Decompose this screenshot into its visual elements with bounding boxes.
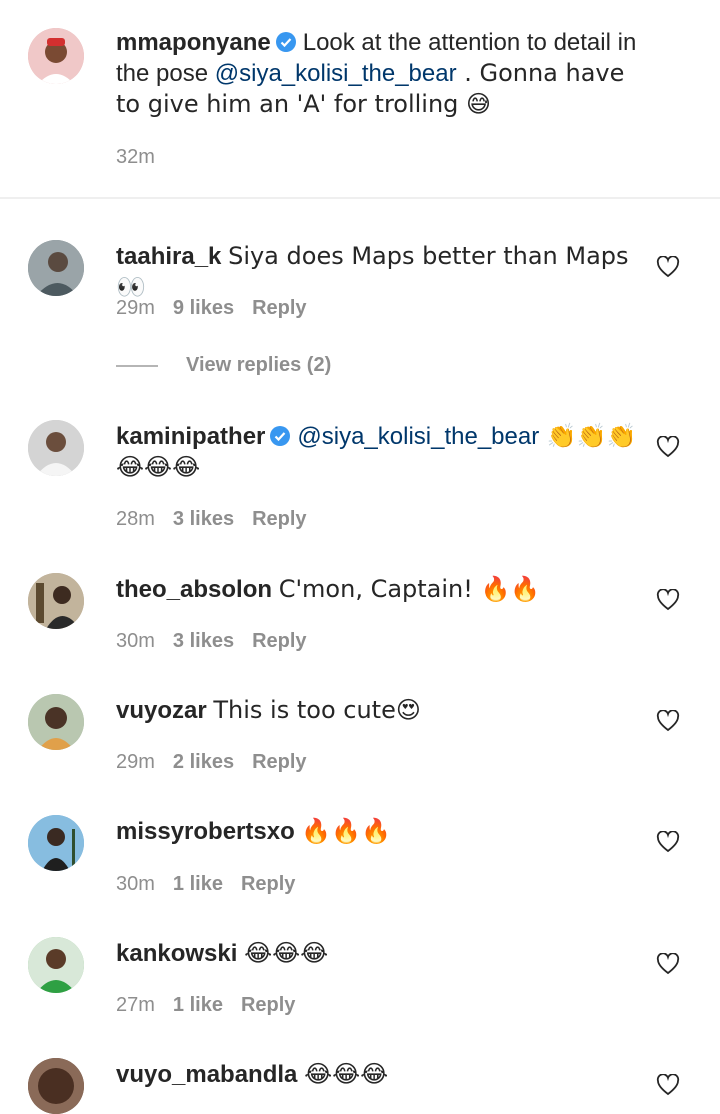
reply-button[interactable]: Reply <box>241 873 295 895</box>
avatar[interactable] <box>28 937 84 993</box>
avatar[interactable] <box>28 573 84 629</box>
comment-username[interactable]: kankowski <box>116 940 237 967</box>
comment-time: 29m <box>116 297 155 319</box>
comment-username[interactable]: vuyozar <box>116 697 207 724</box>
comment-meta: 29m 2 likes Reply <box>116 750 325 774</box>
comment-username[interactable]: kaminipather <box>116 423 265 450</box>
comment-text: vuyo_mabandla 😂😂😂 <box>116 1060 389 1088</box>
comment-text: kankowski 😂😂😂 <box>116 939 329 967</box>
caption-text: mmaponyane Look at the attention to detai… <box>116 29 637 118</box>
divider <box>0 197 720 199</box>
avatar[interactable] <box>28 815 84 871</box>
view-replies-line <box>116 365 158 367</box>
heart-icon[interactable] <box>656 831 680 853</box>
heart-icon[interactable] <box>656 953 680 975</box>
heart-icon[interactable] <box>656 256 680 278</box>
comment-username[interactable]: missyrobertsxo <box>116 818 295 845</box>
comment-time: 29m <box>116 751 155 773</box>
verified-icon <box>275 32 296 52</box>
caption-mention[interactable]: @siya_kolisi_the_bear <box>215 60 457 87</box>
reply-button[interactable]: Reply <box>252 508 306 530</box>
caption-username[interactable]: mmaponyane <box>116 29 271 56</box>
comment-text: taahira_k Siya does Maps better than Map… <box>116 242 629 301</box>
reply-button[interactable]: Reply <box>252 630 306 652</box>
avatar[interactable] <box>28 1058 84 1114</box>
view-replies-button[interactable]: View replies (2) <box>186 354 331 377</box>
comment-meta: 29m 9 likes Reply <box>116 296 325 320</box>
caption-time: 32m <box>116 146 155 168</box>
comment-mention[interactable]: @siya_kolisi_the_bear <box>297 423 539 450</box>
avatar[interactable] <box>28 694 84 750</box>
comment-username[interactable]: taahira_k <box>116 243 221 270</box>
comment-likes[interactable]: 1 like <box>173 873 223 895</box>
comment-text: vuyozar This is too cute😍 <box>116 696 421 724</box>
caption-avatar[interactable] <box>28 28 84 84</box>
avatar[interactable] <box>28 420 84 476</box>
comment-meta: 30m 1 like Reply <box>116 872 313 896</box>
reply-button[interactable]: Reply <box>241 994 295 1016</box>
heart-icon[interactable] <box>656 589 680 611</box>
comment-text: kaminipather @siya_kolisi_the_bear 👏👏👏😂😂😂 <box>116 422 637 481</box>
heart-icon[interactable] <box>656 710 680 732</box>
comment-time: 30m <box>116 873 155 895</box>
reply-button[interactable]: Reply <box>252 751 306 773</box>
comment-time: 30m <box>116 630 155 652</box>
comment-meta: 30m 3 likes Reply <box>116 629 325 653</box>
comment-username[interactable]: vuyo_mabandla <box>116 1061 297 1088</box>
comment-text: theo_absolon C'mon, Captain! 🔥🔥 <box>116 575 541 603</box>
comment-likes[interactable]: 3 likes <box>173 630 234 652</box>
caption: mmaponyane Look at the attention to detai… <box>0 0 720 198</box>
comment-meta: 27m 1 like Reply <box>116 993 313 1017</box>
comment-likes[interactable]: 9 likes <box>173 297 234 319</box>
heart-icon[interactable] <box>656 436 680 458</box>
comment-likes[interactable]: 2 likes <box>173 751 234 773</box>
comment-meta: 28m 3 likes Reply <box>116 507 325 531</box>
heart-icon[interactable] <box>656 1074 680 1096</box>
reply-button[interactable]: Reply <box>252 297 306 319</box>
comment-time: 28m <box>116 508 155 530</box>
comment-likes[interactable]: 1 like <box>173 994 223 1016</box>
caption-meta: 32m <box>116 145 173 169</box>
verified-icon <box>270 426 291 446</box>
comment-time: 27m <box>116 994 155 1016</box>
comment-likes[interactable]: 3 likes <box>173 508 234 530</box>
comment-username[interactable]: theo_absolon <box>116 576 272 603</box>
avatar[interactable] <box>28 240 84 296</box>
comment-text: missyrobertsxo 🔥🔥🔥 <box>116 817 392 845</box>
